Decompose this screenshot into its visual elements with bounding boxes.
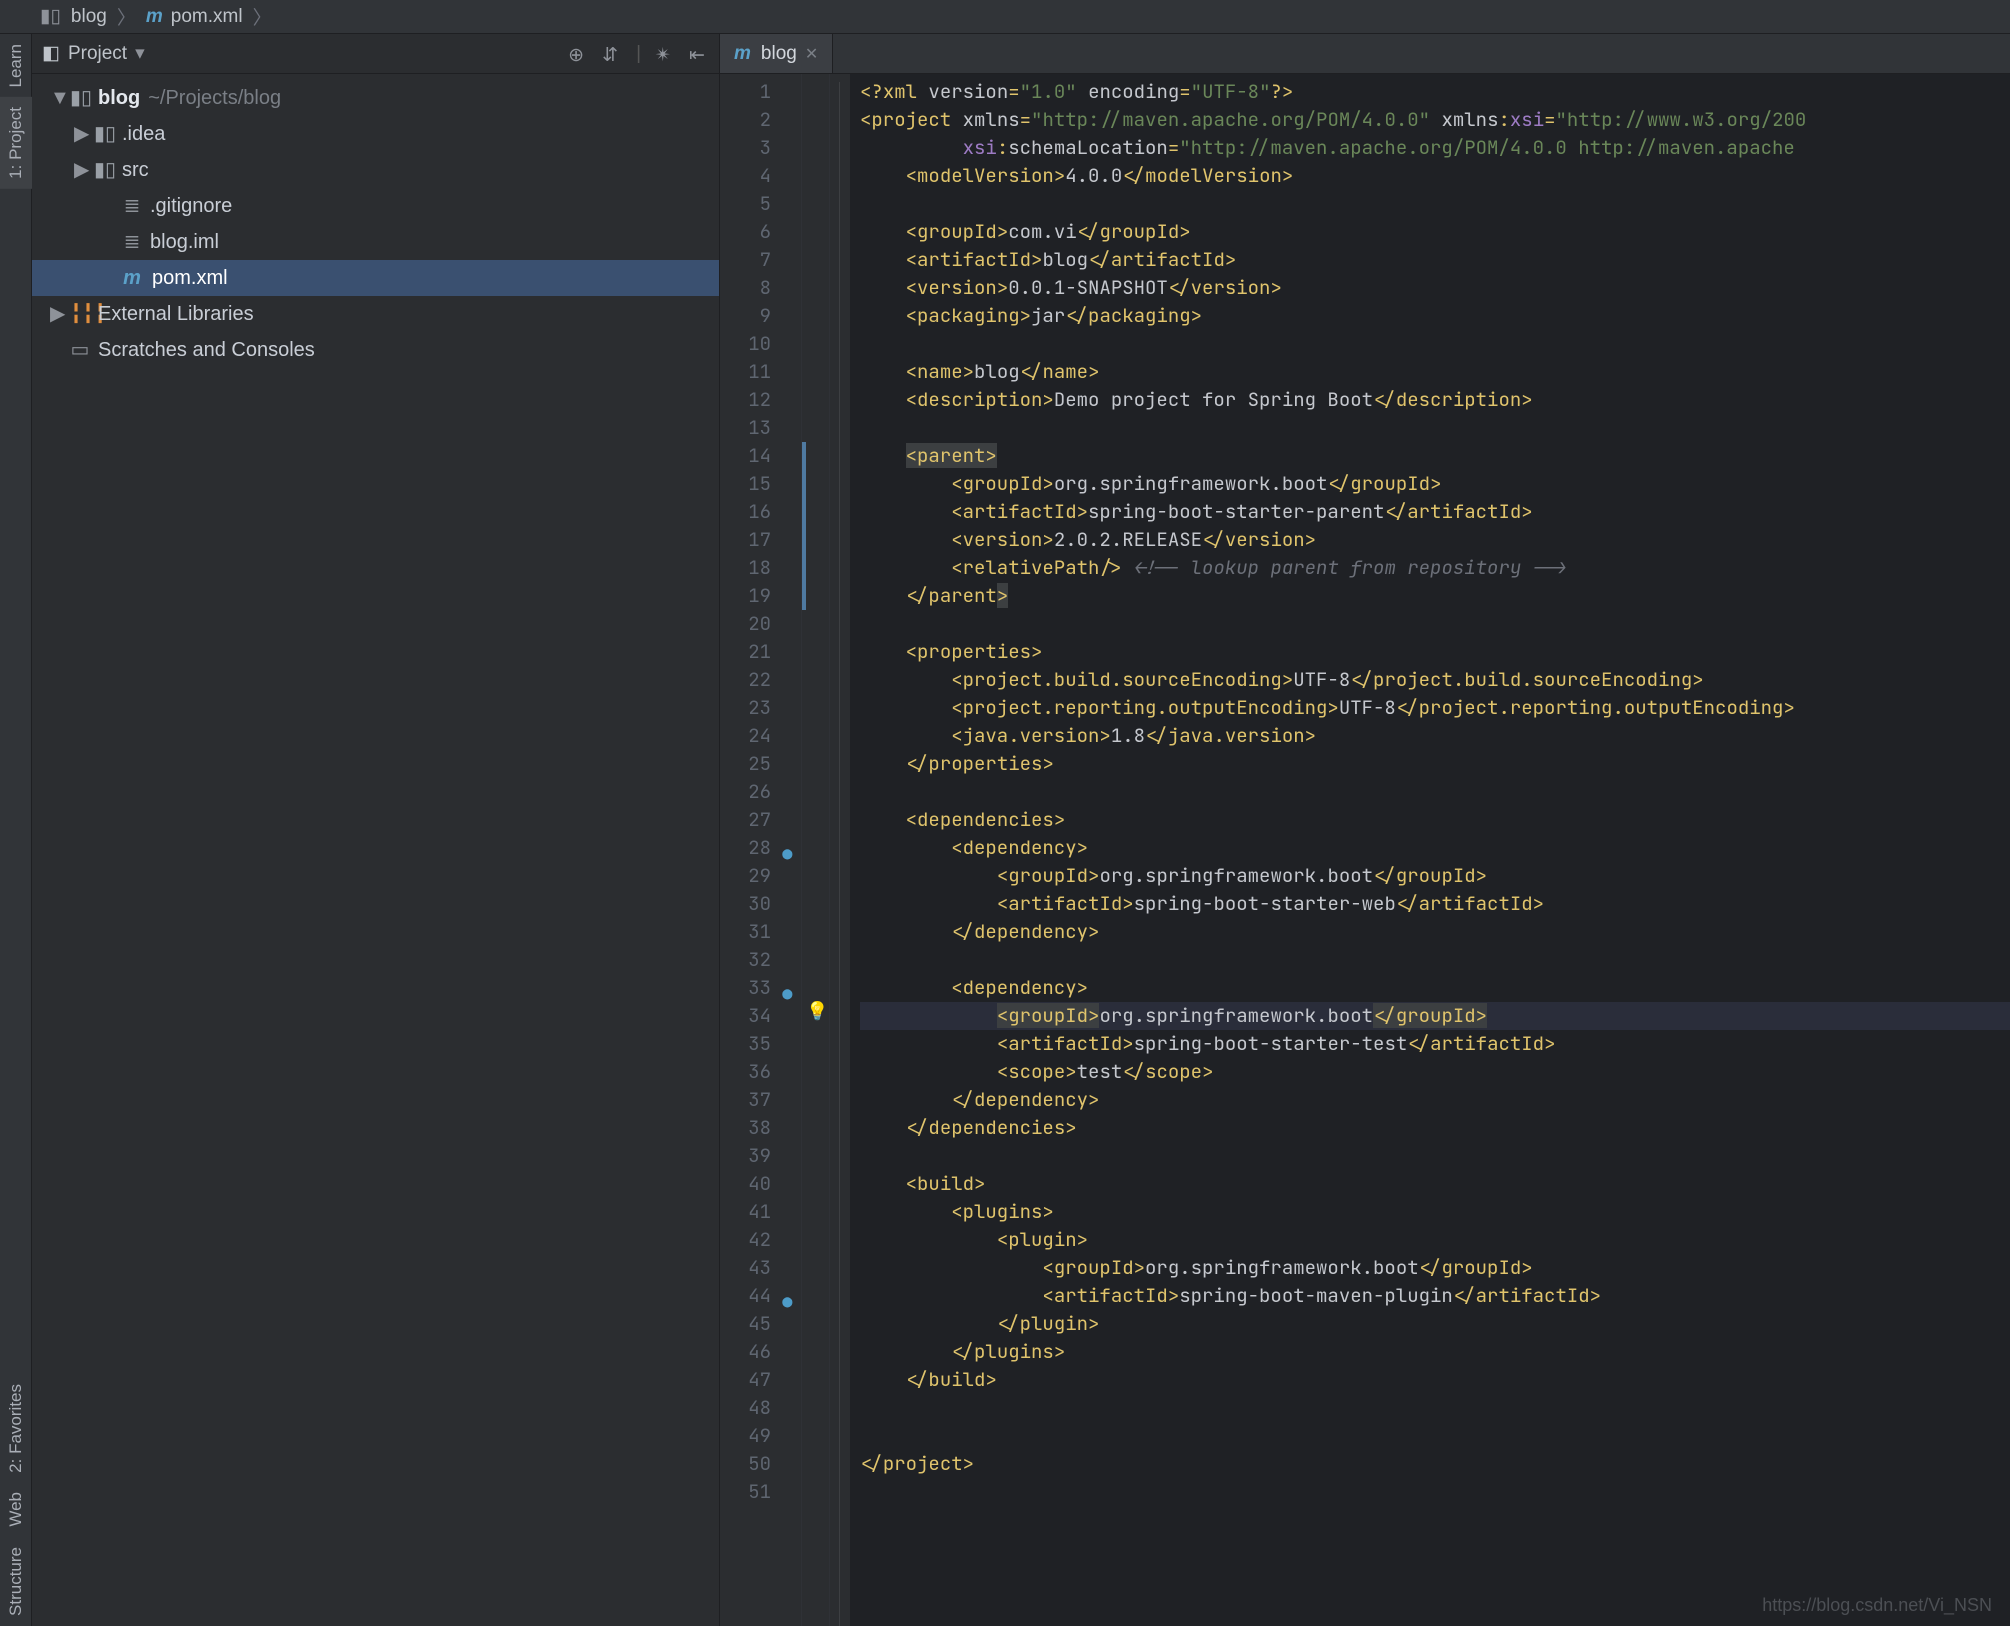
left-tool-rail: Learn 1: Project 2: Favorites Web Struct… <box>0 34 32 1626</box>
collapse-icon[interactable]: ⇵ <box>602 44 622 64</box>
tree-item-pom-xml[interactable]: m pom.xml <box>32 260 719 296</box>
gutter-nav-icon[interactable]: ⬤ <box>782 840 793 868</box>
close-icon[interactable]: ✕ <box>805 44 818 64</box>
gutter-nav-icon[interactable]: ⬤ <box>782 1288 793 1316</box>
tree-external-libs[interactable]: ▶ ╏╏╏ External Libraries <box>32 296 719 332</box>
libraries-icon: ╏╏╏ <box>70 296 90 332</box>
line-gutter[interactable]: 1234567891011121314151617181920212223242… <box>720 74 802 1626</box>
chevron-icon[interactable]: ▶ <box>74 152 86 188</box>
panel-view-icon[interactable]: ◧ <box>42 42 60 65</box>
tab-label: blog <box>761 43 797 65</box>
tree-label: External Libraries <box>98 296 254 332</box>
editor-tabs: m blog ✕ <box>720 34 2010 74</box>
rail-web[interactable]: Web <box>0 1482 32 1537</box>
project-panel: ◧ Project ▾ ⊕ ⇵ | ✴ ⇤ ▼ ▮▯ blog ~/Projec… <box>32 34 720 1626</box>
folder-icon: ▮▯ <box>94 116 114 152</box>
dropdown-icon[interactable]: ▾ <box>135 42 145 65</box>
chevron-right-icon: 〉 <box>117 3 136 30</box>
project-panel-header: ◧ Project ▾ ⊕ ⇵ | ✴ ⇤ <box>32 34 719 74</box>
maven-icon: m <box>734 43 751 65</box>
tree-item-src[interactable]: ▶▮▯ src <box>32 152 719 188</box>
tree-label: .idea <box>122 116 165 152</box>
tree-label: Scratches and Consoles <box>98 332 315 368</box>
gutter-nav-icon[interactable]: ⬤ <box>782 980 793 1008</box>
breadcrumb: ▮▯ blog 〉 m pom.xml 〉 <box>0 0 2010 34</box>
rail-learn[interactable]: Learn <box>0 34 32 97</box>
tree-root[interactable]: ▼ ▮▯ blog ~/Projects/blog <box>32 80 719 116</box>
chevron-icon[interactable] <box>102 224 114 260</box>
code-area[interactable]: <?xml version="1.0" encoding="UTF-8"?><p… <box>850 74 2010 1626</box>
gear-icon[interactable]: ✴ <box>655 44 675 64</box>
tree-item--gitignore[interactable]: ≣.gitignore <box>32 188 719 224</box>
chevron-icon[interactable] <box>102 188 114 224</box>
tree-scratches[interactable]: ▭ Scratches and Consoles <box>32 332 719 368</box>
breadcrumb-file[interactable]: pom.xml <box>171 6 243 28</box>
tree-label: pom.xml <box>152 260 228 296</box>
chevron-down-icon[interactable]: ▼ <box>50 80 62 116</box>
locate-icon[interactable]: ⊕ <box>568 44 588 64</box>
maven-icon: m <box>122 260 142 296</box>
hide-icon[interactable]: ⇤ <box>689 44 709 64</box>
fold-gutter[interactable] <box>830 74 850 1626</box>
tree-item-blog-iml[interactable]: ≣blog.iml <box>32 224 719 260</box>
file-icon: ≣ <box>122 224 142 260</box>
tree-label: src <box>122 152 149 188</box>
folder-icon: ▮▯ <box>70 80 90 116</box>
maven-icon: m <box>146 6 163 28</box>
chevron-icon[interactable]: ▶ <box>74 116 86 152</box>
watermark-text: https://blog.csdn.net/Vi_NSN <box>1762 1595 1992 1616</box>
gutter-margin: 💡 <box>802 74 830 1626</box>
folder-icon: ▮▯ <box>40 5 61 28</box>
editor: m blog ✕ 1234567891011121314151617181920… <box>720 34 2010 1626</box>
chevron-right-icon: 〉 <box>253 3 272 30</box>
tree-label: blog.iml <box>150 224 219 260</box>
scratches-icon: ▭ <box>70 332 90 368</box>
tree-label: .gitignore <box>150 188 232 224</box>
tree-path: ~/Projects/blog <box>148 80 281 116</box>
breadcrumb-root[interactable]: blog <box>71 6 107 28</box>
panel-title[interactable]: Project <box>68 43 127 65</box>
intention-bulb-icon[interactable]: 💡 <box>806 1000 828 1023</box>
rail-favorites[interactable]: 2: Favorites <box>0 1374 32 1483</box>
chevron-right-icon[interactable]: ▶ <box>50 296 62 332</box>
editor-tab[interactable]: m blog ✕ <box>720 34 833 73</box>
rail-structure[interactable]: Structure <box>0 1537 32 1626</box>
chevron-icon[interactable] <box>102 260 114 296</box>
vcs-change-marker[interactable] <box>802 442 806 610</box>
file-icon: ≣ <box>122 188 142 224</box>
project-tree[interactable]: ▼ ▮▯ blog ~/Projects/blog ▶▮▯.idea▶▮▯src… <box>32 74 719 368</box>
tree-item--idea[interactable]: ▶▮▯.idea <box>32 116 719 152</box>
tree-label: blog <box>98 80 140 116</box>
rail-project[interactable]: 1: Project <box>0 97 32 189</box>
folder-icon: ▮▯ <box>94 152 114 188</box>
